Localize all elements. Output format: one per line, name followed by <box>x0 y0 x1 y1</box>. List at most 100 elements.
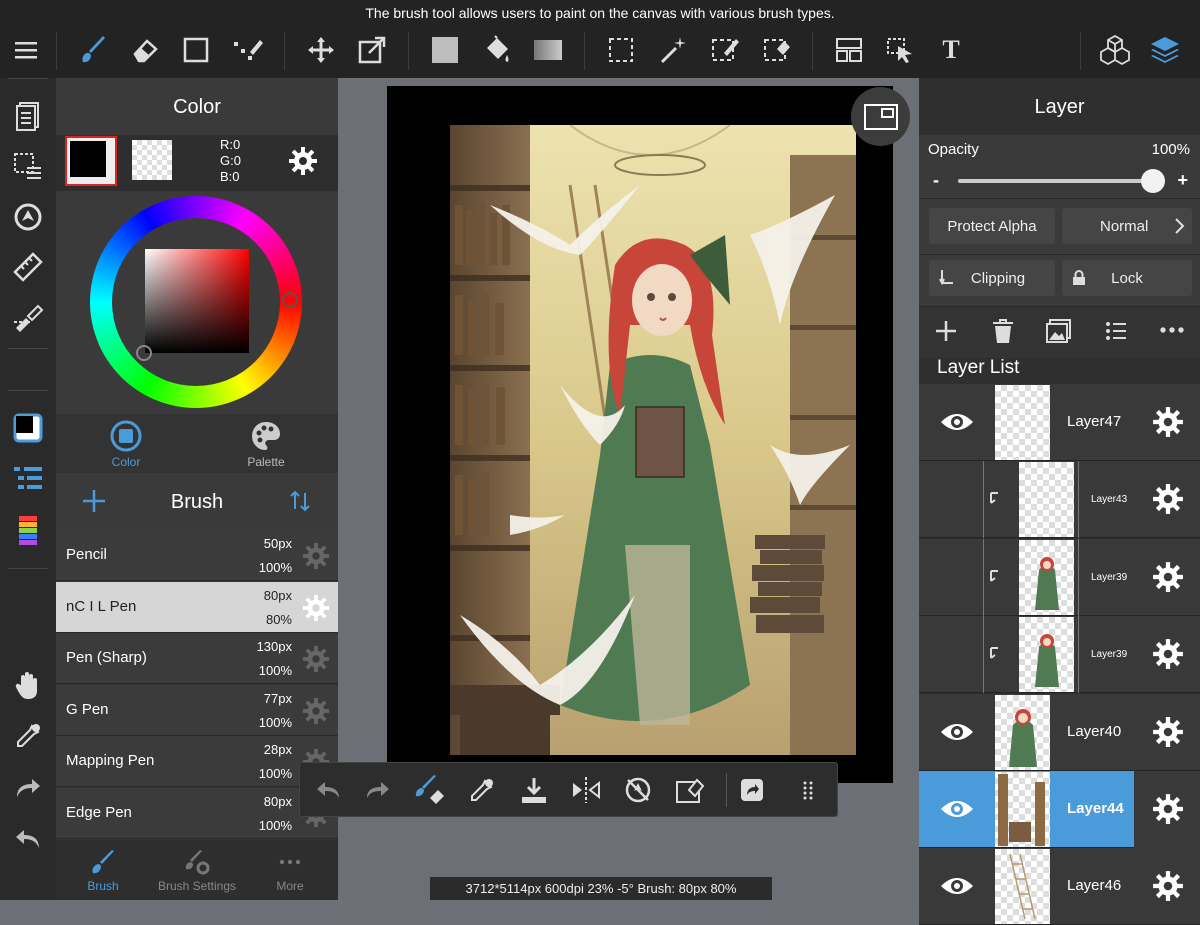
rgb-b: B:0 <box>220 169 240 184</box>
artwork-image[interactable] <box>450 125 856 755</box>
brush-item[interactable]: G Pen 77px 100% <box>56 684 338 736</box>
more-options-icon[interactable] <box>1159 326 1185 334</box>
brush-icon[interactable] <box>74 30 114 70</box>
operation-icon[interactable] <box>880 30 920 70</box>
brush-item[interactable]: Pen (Sharp) 130px 100% <box>56 633 338 684</box>
undo-icon[interactable] <box>8 819 48 859</box>
color-picker-handle[interactable] <box>136 345 152 361</box>
visibility-eye-icon[interactable] <box>939 797 975 821</box>
tab-brush-settings[interactable]: Brush Settings <box>152 849 242 897</box>
material-icon[interactable] <box>1095 30 1135 70</box>
layer-settings-gear-icon[interactable] <box>1152 406 1184 438</box>
blend-mode-button[interactable]: Normal <box>1062 208 1192 244</box>
navigator-toggle-icon[interactable] <box>851 87 910 146</box>
hue-handle[interactable] <box>282 292 298 308</box>
tab-brush-settings-label: Brush Settings <box>157 879 237 893</box>
layer-settings-gear-icon[interactable] <box>1152 793 1184 825</box>
flip-horizontal-icon[interactable] <box>566 770 606 810</box>
primary-color-swatch[interactable] <box>65 136 117 186</box>
layer-row[interactable]: Layer43 <box>919 461 1200 539</box>
brush-settings-gear-icon[interactable] <box>302 594 330 622</box>
bucket-icon[interactable] <box>477 30 517 70</box>
share-icon[interactable] <box>732 770 772 810</box>
brush-eraser-toggle-icon[interactable] <box>410 770 450 810</box>
secondary-color-swatch[interactable] <box>132 140 172 180</box>
tab-brush[interactable]: Brush <box>73 849 133 897</box>
tab-palette[interactable]: Palette <box>236 419 296 469</box>
delete-layer-icon[interactable] <box>991 318 1015 344</box>
layer-settings-gear-icon[interactable] <box>1152 870 1184 902</box>
tab-more[interactable]: More <box>260 849 320 897</box>
layer-settings-gear-icon[interactable] <box>1152 638 1184 670</box>
layer-list-icon[interactable] <box>1105 321 1127 341</box>
layer-settings-gear-icon[interactable] <box>1152 483 1184 515</box>
square-icon[interactable] <box>176 30 216 70</box>
clear-layer-icon[interactable] <box>670 770 710 810</box>
color-palette-strip-icon[interactable] <box>8 510 48 550</box>
text-tool-icon[interactable]: T <box>931 30 971 70</box>
reset-rotation-icon[interactable] <box>618 770 658 810</box>
transform-icon[interactable] <box>352 30 392 70</box>
hand-icon[interactable] <box>8 666 48 706</box>
color-settings-gear-icon[interactable] <box>288 146 318 176</box>
layers-icon[interactable] <box>1145 30 1185 70</box>
opacity-slider-knob[interactable] <box>1141 169 1165 193</box>
menu-icon[interactable] <box>6 30 46 70</box>
redo-icon[interactable] <box>358 770 398 810</box>
layer-row[interactable]: Layer44 <box>919 771 1200 848</box>
magic-wand-icon[interactable] <box>653 30 693 70</box>
visibility-eye-icon[interactable] <box>939 874 975 898</box>
layer-row[interactable]: Layer47 <box>919 384 1200 461</box>
visibility-eye-icon[interactable] <box>939 410 975 434</box>
color-swatch-icon[interactable] <box>8 408 48 448</box>
layer-row[interactable]: Layer39 <box>919 538 1200 616</box>
lock-button[interactable]: Lock <box>1062 260 1192 296</box>
brush-item[interactable]: Edge Pen 80px 100% <box>56 787 338 839</box>
quick-menu-grid-icon[interactable] <box>790 770 830 810</box>
save-download-icon[interactable] <box>514 770 554 810</box>
eyedropper-icon[interactable] <box>462 770 502 810</box>
layout-icon[interactable] <box>829 30 869 70</box>
brush-settings-gear-icon[interactable] <box>302 542 330 570</box>
saturation-value-square[interactable] <box>145 249 249 353</box>
gradient-icon[interactable] <box>528 30 568 70</box>
opacity-plus[interactable]: + <box>1177 170 1188 191</box>
brush-list-icon[interactable] <box>8 458 48 498</box>
tab-color[interactable]: Color <box>96 419 156 469</box>
snap-icon[interactable] <box>8 298 48 338</box>
add-image-icon[interactable] <box>1046 319 1072 343</box>
layer-name: Layer47 <box>1067 413 1122 430</box>
brush-item[interactable]: nC I L Pen 80px 80% <box>56 581 338 633</box>
select-eraser-icon[interactable] <box>757 30 797 70</box>
brush-item[interactable]: Mapping Pen 28px 100% <box>56 736 338 787</box>
opacity-minus[interactable]: - <box>933 170 939 191</box>
fill-color-icon[interactable] <box>425 30 465 70</box>
brush-settings-gear-icon[interactable] <box>302 697 330 725</box>
select-pen-icon[interactable] <box>228 30 268 70</box>
selection-menu-icon[interactable] <box>8 146 48 186</box>
layer-thumbnail <box>995 772 1050 847</box>
redo-icon[interactable] <box>8 768 48 808</box>
eraser-icon[interactable] <box>125 30 165 70</box>
move-icon[interactable] <box>301 30 341 70</box>
opacity-slider-track[interactable] <box>958 179 1153 183</box>
brush-item[interactable]: Pencil 50px 100% <box>56 530 338 581</box>
visibility-eye-icon[interactable] <box>939 720 975 744</box>
protect-alpha-button[interactable]: Protect Alpha <box>929 208 1055 244</box>
layer-row[interactable]: Layer46 <box>919 848 1200 925</box>
select-pen-icon[interactable] <box>705 30 745 70</box>
rotate-canvas-icon[interactable] <box>8 197 48 237</box>
layer-settings-gear-icon[interactable] <box>1152 561 1184 593</box>
ruler-icon[interactable] <box>8 247 48 287</box>
brush-settings-gear-icon[interactable] <box>302 645 330 673</box>
layer-row[interactable]: Layer40 <box>919 693 1200 771</box>
pages-icon[interactable] <box>8 96 48 136</box>
sort-brush-icon[interactable] <box>288 489 312 513</box>
undo-icon[interactable] <box>308 770 348 810</box>
eyedropper-icon[interactable] <box>8 716 48 756</box>
clipping-button[interactable]: Clipping <box>929 260 1055 296</box>
layer-row[interactable]: Layer39 <box>919 616 1200 694</box>
add-layer-icon[interactable] <box>933 318 959 344</box>
marquee-icon[interactable] <box>601 30 641 70</box>
layer-settings-gear-icon[interactable] <box>1152 716 1184 748</box>
